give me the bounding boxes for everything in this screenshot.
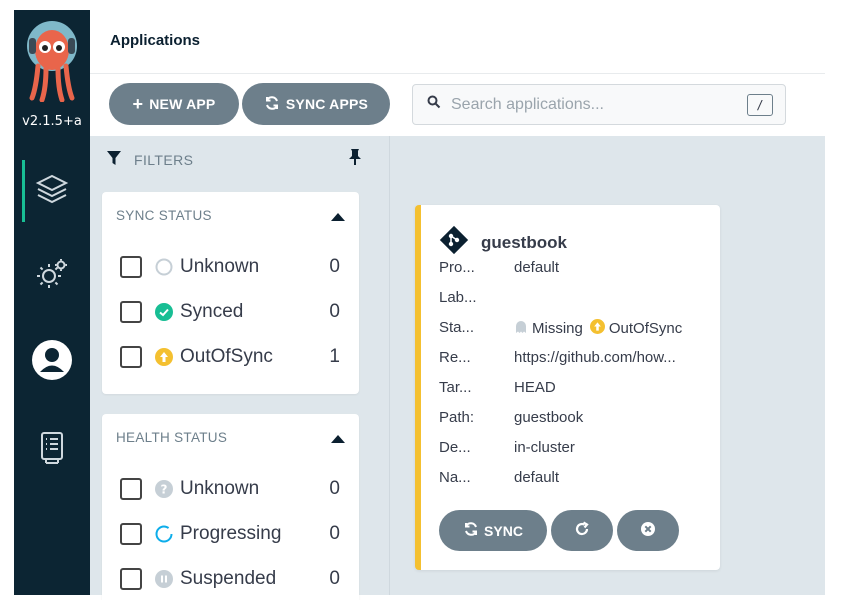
sync-apps-label: SYNC APPS (285, 96, 369, 112)
health-status-text: Missing (532, 320, 583, 337)
nav-documentation[interactable] (14, 420, 90, 476)
checkbox[interactable] (120, 478, 142, 500)
refresh-button[interactable] (551, 510, 613, 551)
collapse-caret-icon[interactable] (331, 213, 345, 221)
sync-apps-button[interactable]: SYNC APPS (242, 83, 390, 125)
field-label-status: Sta... (439, 319, 475, 336)
nav-settings[interactable] (14, 246, 90, 302)
checkbox[interactable] (120, 568, 142, 590)
version-label: v2.1.5+a (22, 114, 82, 129)
user-icon (31, 339, 73, 381)
field-label-destination: De... (439, 439, 471, 456)
filter-count: 1 (329, 346, 340, 367)
checkbox[interactable] (120, 301, 142, 323)
field-value-status: Missing OutOfSync (514, 319, 682, 338)
sync-icon (463, 521, 479, 540)
nav-user-info[interactable] (14, 332, 90, 388)
main-content: FILTERS SYNC STATUS Unknown 0 Synced 0 O… (90, 136, 825, 600)
filter-count: 0 (329, 301, 340, 322)
plus-icon: + (132, 94, 144, 114)
app-name-row: guestbook (439, 225, 567, 260)
filter-item: Suspended 0 (120, 564, 344, 594)
filter-funnel-icon (106, 150, 122, 169)
search-box: / (412, 84, 786, 125)
refresh-icon (574, 521, 590, 540)
suspended-pause-icon (155, 570, 173, 588)
top-bar: Applications (90, 10, 825, 74)
filter-label: Unknown (180, 478, 260, 499)
sidebar: v2.1.5+a (14, 10, 90, 595)
checkbox[interactable] (120, 256, 142, 278)
filters-heading: FILTERS (134, 151, 194, 168)
filter-label: Progressing (180, 523, 282, 544)
field-value-repository: https://github.com/how... (514, 349, 676, 366)
new-app-label: NEW APP (149, 96, 216, 112)
search-input[interactable] (451, 95, 751, 114)
checkbox[interactable] (120, 523, 142, 545)
pin-icon[interactable] (348, 148, 362, 171)
field-value-destination: in-cluster (514, 439, 575, 456)
sync-status-title: SYNC STATUS (116, 208, 212, 223)
sync-status-text: OutOfSync (608, 320, 683, 337)
filter-count: 0 (329, 568, 340, 589)
filter-label: Unknown (180, 256, 260, 277)
app-name: guestbook (481, 232, 567, 252)
field-value-path: guestbook (514, 409, 584, 426)
filter-item: ? Unknown 0 (120, 474, 344, 504)
progressing-circle-icon (155, 525, 173, 543)
health-status-title: HEALTH STATUS (116, 430, 228, 445)
argo-logo[interactable] (26, 18, 78, 103)
field-value-namespace: default (514, 469, 560, 486)
field-value-project: default (514, 259, 560, 276)
field-label-target: Tar... (439, 379, 472, 396)
filters-sidebar: FILTERS SYNC STATUS Unknown 0 Synced 0 O… (90, 136, 390, 600)
collapse-caret-icon[interactable] (331, 435, 345, 443)
filter-label: OutOfSync (180, 346, 273, 367)
field-label-project: Pro... (439, 259, 475, 276)
checkbox[interactable] (120, 346, 142, 368)
filter-item: Unknown 0 (120, 252, 344, 282)
unknown-question-icon: ? (155, 480, 173, 498)
filter-label: Suspended (180, 568, 277, 589)
outofsync-arrow-icon (155, 348, 173, 366)
applications-stack-icon (34, 170, 70, 206)
health-status-panel: HEALTH STATUS ? Unknown 0 Progressing 0 (102, 414, 359, 600)
docs-icon (37, 430, 67, 466)
close-circle-icon (640, 521, 656, 540)
field-label-path: Path: (439, 409, 475, 426)
filter-label: Synced (180, 301, 244, 322)
field-label-namespace: Na... (439, 469, 471, 486)
sync-button-label: SYNC (484, 522, 523, 539)
svg-text:?: ? (161, 483, 168, 497)
filter-item: Progressing 0 (120, 519, 344, 549)
missing-ghost-icon (514, 320, 528, 338)
page-title: Applications (110, 32, 201, 49)
unknown-circle-icon (155, 258, 173, 276)
application-card[interactable]: guestbook Pro... default Lab... Sta... M… (415, 205, 720, 570)
filter-item: OutOfSync 1 (120, 342, 344, 372)
filter-item: Synced 0 (120, 297, 344, 327)
outofsync-arrow-icon (589, 319, 605, 338)
settings-gears-icon (34, 256, 70, 292)
filters-header: FILTERS (106, 150, 193, 169)
nav-applications[interactable] (14, 160, 90, 222)
sync-status-panel: SYNC STATUS Unknown 0 Synced 0 OutOfSync… (102, 192, 359, 394)
field-value-target: HEAD (514, 379, 556, 396)
new-app-button[interactable]: + NEW APP (109, 83, 239, 125)
filter-count: 0 (329, 523, 340, 544)
filter-count: 0 (329, 478, 340, 499)
field-label-labels: Lab... (439, 289, 477, 306)
git-icon (439, 225, 469, 260)
field-label-repository: Re... (439, 349, 471, 366)
sync-icon (264, 95, 280, 114)
toolbar: + NEW APP SYNC APPS / (90, 74, 825, 136)
synced-check-icon (155, 303, 173, 321)
delete-button[interactable] (617, 510, 679, 551)
search-icon (427, 95, 441, 114)
filter-count: 0 (329, 256, 340, 277)
sync-button[interactable]: SYNC (439, 510, 547, 551)
search-shortcut-hint: / (747, 94, 773, 116)
